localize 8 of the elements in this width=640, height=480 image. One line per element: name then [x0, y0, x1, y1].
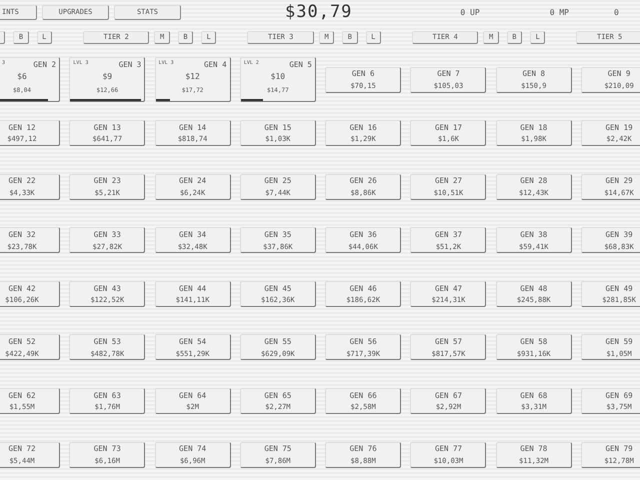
price-label: $12	[184, 72, 201, 81]
price-label: $10	[270, 72, 286, 81]
counter-label: 0 MP	[550, 8, 569, 16]
counter-label: 0	[614, 8, 619, 16]
money-display: $30,79	[285, 2, 352, 22]
price-label: $6	[16, 72, 28, 81]
counter-label: 0 UP	[460, 8, 480, 16]
price-label: $9	[101, 72, 114, 81]
